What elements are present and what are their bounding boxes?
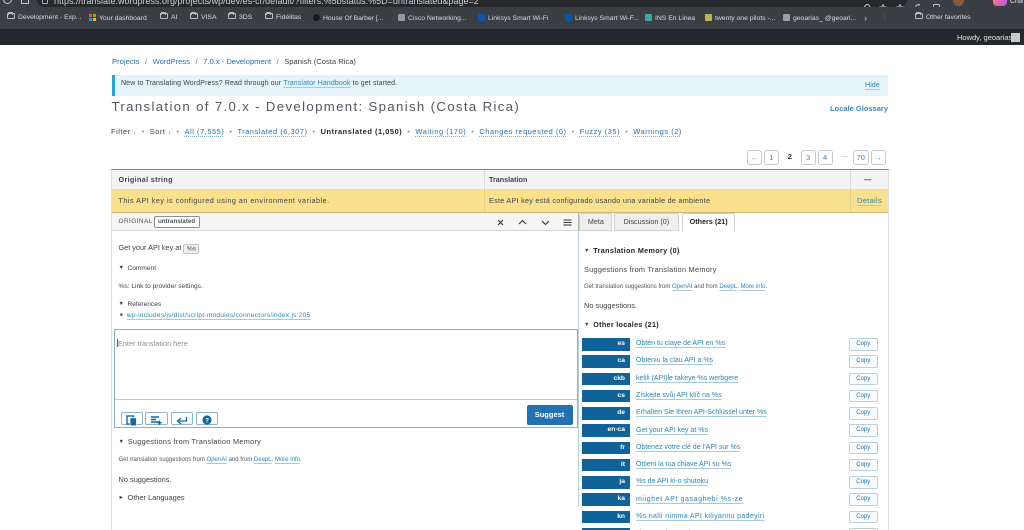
svg-text:?: ? — [205, 417, 209, 424]
